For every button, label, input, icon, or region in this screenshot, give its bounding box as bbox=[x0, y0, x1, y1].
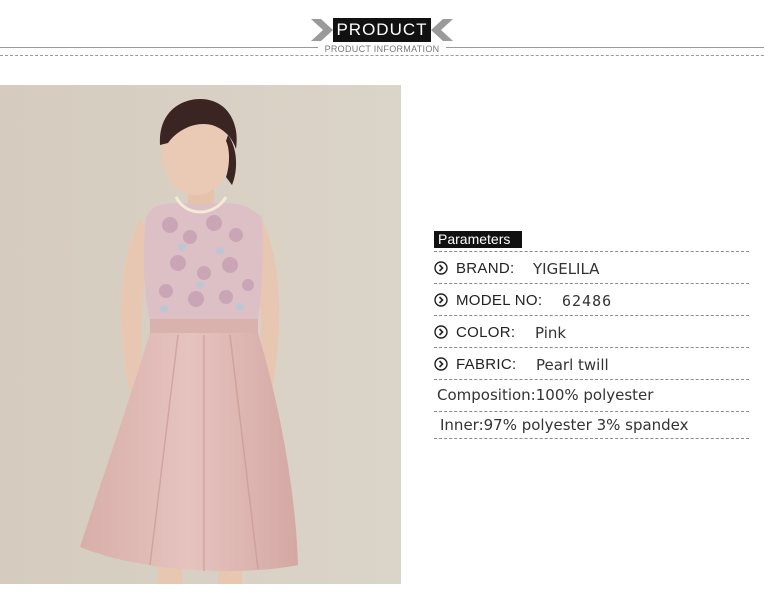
product-photo bbox=[0, 85, 401, 584]
fabric-value: Pearl twill bbox=[536, 356, 609, 374]
circle-chevron-right-icon bbox=[434, 325, 448, 339]
model-label: MODEL NO: bbox=[456, 292, 543, 309]
header-dashed-line bbox=[0, 55, 764, 56]
parameters-heading: Parameters bbox=[434, 231, 522, 248]
section-subtitle: PRODUCT INFORMATION bbox=[318, 43, 446, 55]
brand-value: YIGELILA bbox=[533, 260, 600, 278]
right-chevron-decoration-icon bbox=[431, 19, 453, 41]
fabric-row: FABRIC: Pearl twill bbox=[434, 348, 749, 380]
section-header: PRODUCT PRODUCT INFORMATION bbox=[0, 0, 764, 60]
circle-chevron-right-icon bbox=[434, 261, 448, 275]
circle-chevron-right-icon bbox=[434, 357, 448, 371]
model-row: MODEL NO: 62486 bbox=[434, 284, 749, 316]
circle-chevron-right-icon bbox=[434, 293, 448, 307]
color-row: COLOR: Pink bbox=[434, 316, 749, 348]
fabric-label: FABRIC: bbox=[456, 356, 517, 373]
model-in-dress-illustration bbox=[0, 85, 401, 584]
composition-text: Composition:100% polyester bbox=[437, 386, 654, 404]
color-label: COLOR: bbox=[456, 324, 516, 341]
inner-text: Inner:97% polyester 3% spandex bbox=[440, 416, 689, 434]
section-title: PRODUCT bbox=[333, 18, 431, 42]
model-value: 62486 bbox=[562, 292, 613, 310]
inner-row: Inner:97% polyester 3% spandex bbox=[434, 412, 749, 439]
color-value: Pink bbox=[535, 324, 567, 342]
brand-label: BRAND: bbox=[456, 260, 515, 277]
brand-row: BRAND: YIGELILA bbox=[434, 252, 749, 284]
composition-row: Composition:100% polyester bbox=[434, 380, 749, 412]
left-chevron-decoration-icon bbox=[311, 19, 333, 41]
